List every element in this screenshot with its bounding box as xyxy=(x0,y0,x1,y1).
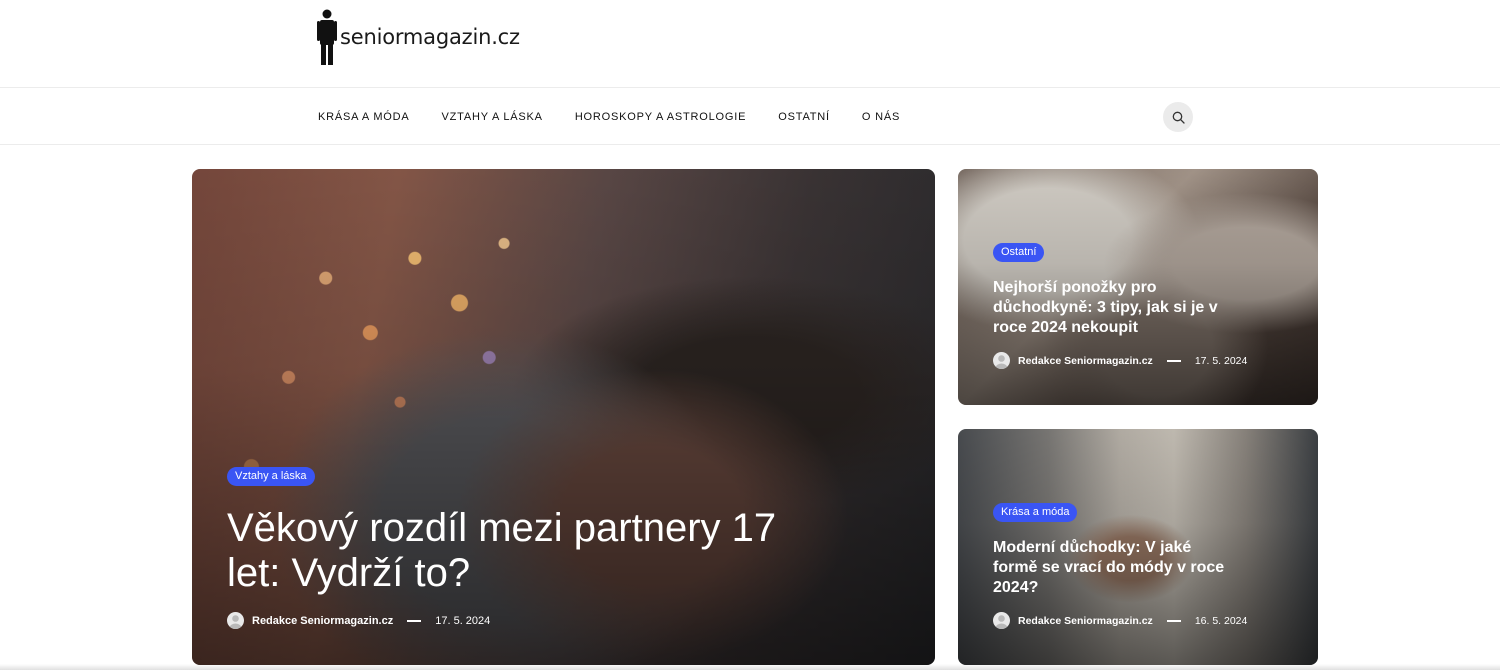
author-name[interactable]: Redakce Seniormagazin.cz xyxy=(252,615,393,627)
nav-item-o-nas[interactable]: O NÁS xyxy=(862,111,900,123)
author-avatar xyxy=(993,352,1010,369)
article-title[interactable]: Moderní důchodky: V jaké formě se vrací … xyxy=(993,538,1238,598)
publish-date: 16. 5. 2024 xyxy=(1194,614,1248,627)
search-icon xyxy=(1172,111,1185,124)
author-name[interactable]: Redakce Seniormagazin.cz xyxy=(1018,355,1153,367)
publish-date: 17. 5. 2024 xyxy=(435,614,491,627)
logo-text: seniormagazin.cz xyxy=(340,25,520,49)
nav-item-ostatni[interactable]: OSTATNÍ xyxy=(778,111,830,123)
author-name[interactable]: Redakce Seniormagazin.cz xyxy=(1018,615,1153,627)
article-meta: Redakce Seniormagazin.cz 17. 5. 2024 xyxy=(993,352,1247,369)
search-button[interactable] xyxy=(1163,102,1193,132)
meta-divider xyxy=(1166,619,1181,622)
article-title[interactable]: Nejhorší ponožky pro důchodkyně: 3 tipy,… xyxy=(993,278,1238,338)
user-icon xyxy=(229,615,242,629)
author-avatar xyxy=(993,612,1010,629)
category-badge[interactable]: Krása a móda xyxy=(993,503,1078,522)
article-meta: Redakce Seniormagazin.cz 16. 5. 2024 xyxy=(993,612,1247,629)
meta-divider xyxy=(1166,359,1181,362)
meta-divider xyxy=(407,619,422,622)
nav-item-horoskopy-a-astrologie[interactable]: HOROSKOPY A ASTROLOGIE xyxy=(575,111,746,123)
user-icon xyxy=(995,615,1008,629)
category-badge[interactable]: Ostatní xyxy=(993,243,1045,262)
main-nav: KRÁSA A MÓDA VZTAHY A LÁSKA HOROSKOPY A … xyxy=(318,88,932,146)
side-article-card[interactable]: Krása a móda Moderní důchodky: V jaké fo… xyxy=(958,429,1318,665)
category-badge[interactable]: Vztahy a láska xyxy=(227,467,315,486)
senior-figure-icon xyxy=(317,9,337,65)
side-article-card[interactable]: Ostatní Nejhorší ponožky pro důchodkyně:… xyxy=(958,169,1318,405)
site-header: seniormagazin.cz xyxy=(0,0,1500,87)
site-logo[interactable]: seniormagazin.cz xyxy=(317,9,520,65)
publish-date: 17. 5. 2024 xyxy=(1194,354,1248,367)
nav-item-krasa-a-moda[interactable]: KRÁSA A MÓDA xyxy=(318,111,410,123)
featured-article-card[interactable]: Vztahy a láska Věkový rozdíl mezi partne… xyxy=(192,169,935,665)
author-avatar xyxy=(227,612,244,629)
nav-item-vztahy-a-laska[interactable]: VZTAHY A LÁSKA xyxy=(442,111,543,123)
article-meta: Redakce Seniormagazin.cz 17. 5. 2024 xyxy=(227,612,490,629)
nav-bar: KRÁSA A MÓDA VZTAHY A LÁSKA HOROSKOPY A … xyxy=(0,87,1500,145)
user-icon xyxy=(995,355,1008,369)
article-title[interactable]: Věkový rozdíl mezi partnery 17 let: Vydr… xyxy=(227,506,787,596)
